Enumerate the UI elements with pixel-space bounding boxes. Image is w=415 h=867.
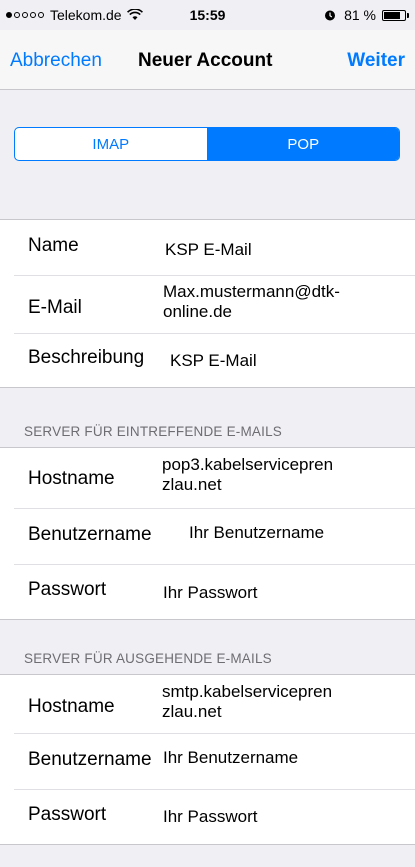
- incoming-server-header: SERVER FÜR EINTREFFENDE E-MAILS: [24, 424, 282, 439]
- name-label: Name: [28, 235, 79, 256]
- outgoing-hostname-line1: smtp.kabelservicepren: [162, 682, 333, 701]
- incoming-username-field[interactable]: Ihr Benutzername: [189, 523, 324, 543]
- outgoing-username-field[interactable]: Ihr Benutzername: [163, 748, 298, 768]
- incoming-hostname-label: Hostname: [28, 468, 115, 489]
- status-right: 81 %: [324, 7, 409, 23]
- incoming-server-group: Hostname pop3.kabelservicepren zlau.net …: [0, 447, 415, 620]
- alarm-icon: [325, 10, 336, 21]
- outgoing-password-row[interactable]: Passwort Ihr Passwort: [0, 789, 415, 844]
- cancel-button[interactable]: Abbrechen: [10, 50, 102, 72]
- incoming-hostname-line2: zlau.net: [162, 475, 222, 494]
- outgoing-server-header: SERVER FÜR AUSGEHENDE E-MAILS: [24, 651, 272, 666]
- account-type-segmented-control: IMAP POP: [14, 127, 400, 161]
- incoming-username-row[interactable]: Benutzername Ihr Benutzername: [0, 508, 415, 564]
- outgoing-hostname-field[interactable]: smtp.kabelservicepren zlau.net: [162, 682, 332, 722]
- email-value-line2: online.de: [163, 302, 233, 321]
- segment-pop[interactable]: POP: [206, 128, 399, 160]
- incoming-hostname-line1: pop3.kabelservicepren: [162, 455, 334, 474]
- outgoing-hostname-label: Hostname: [28, 696, 115, 717]
- email-label: E-Mail: [28, 297, 82, 318]
- outgoing-hostname-row[interactable]: Hostname smtp.kabelservicepren zlau.net: [0, 675, 415, 733]
- email-field[interactable]: Max.mustermann@dtk- online.de: [163, 282, 340, 322]
- name-field[interactable]: KSP E-Mail: [165, 240, 252, 260]
- outgoing-password-field[interactable]: Ihr Passwort: [163, 807, 257, 827]
- account-info-group: Name KSP E-Mail E-Mail Max.mustermann@dt…: [0, 219, 415, 388]
- incoming-password-field[interactable]: Ihr Passwort: [163, 583, 257, 603]
- battery-level-fill: [384, 11, 400, 19]
- battery-percentage: 81 %: [344, 7, 376, 23]
- incoming-password-row[interactable]: Passwort Ihr Passwort: [0, 564, 415, 619]
- email-row[interactable]: E-Mail Max.mustermann@dtk- online.de: [0, 275, 415, 333]
- outgoing-username-label: Benutzername: [28, 749, 152, 770]
- description-field[interactable]: KSP E-Mail: [170, 351, 257, 371]
- outgoing-server-group: Hostname smtp.kabelservicepren zlau.net …: [0, 674, 415, 845]
- segment-imap[interactable]: IMAP: [15, 128, 207, 160]
- battery-tip: [407, 12, 409, 18]
- incoming-password-label: Passwort: [28, 579, 107, 600]
- outgoing-username-row[interactable]: Benutzername Ihr Benutzername: [0, 733, 415, 789]
- next-button[interactable]: Weiter: [347, 50, 405, 72]
- navigation-bar: Abbrechen Neuer Account Weiter: [0, 30, 415, 90]
- battery-icon: [382, 9, 406, 21]
- email-value-line1: Max.mustermann@dtk-: [163, 282, 340, 301]
- description-label: Beschreibung: [28, 347, 145, 368]
- description-row[interactable]: Beschreibung KSP E-Mail: [0, 333, 415, 387]
- incoming-hostname-row[interactable]: Hostname pop3.kabelservicepren zlau.net: [0, 448, 415, 508]
- incoming-hostname-field[interactable]: pop3.kabelservicepren zlau.net: [162, 455, 333, 495]
- name-row[interactable]: Name KSP E-Mail: [0, 220, 415, 275]
- outgoing-hostname-line2: zlau.net: [162, 702, 222, 721]
- incoming-username-label: Benutzername: [28, 524, 152, 545]
- outgoing-password-label: Passwort: [28, 804, 107, 825]
- status-bar: Telekom.de 15:59 81 %: [0, 0, 415, 30]
- page-title: Neuer Account: [138, 50, 273, 71]
